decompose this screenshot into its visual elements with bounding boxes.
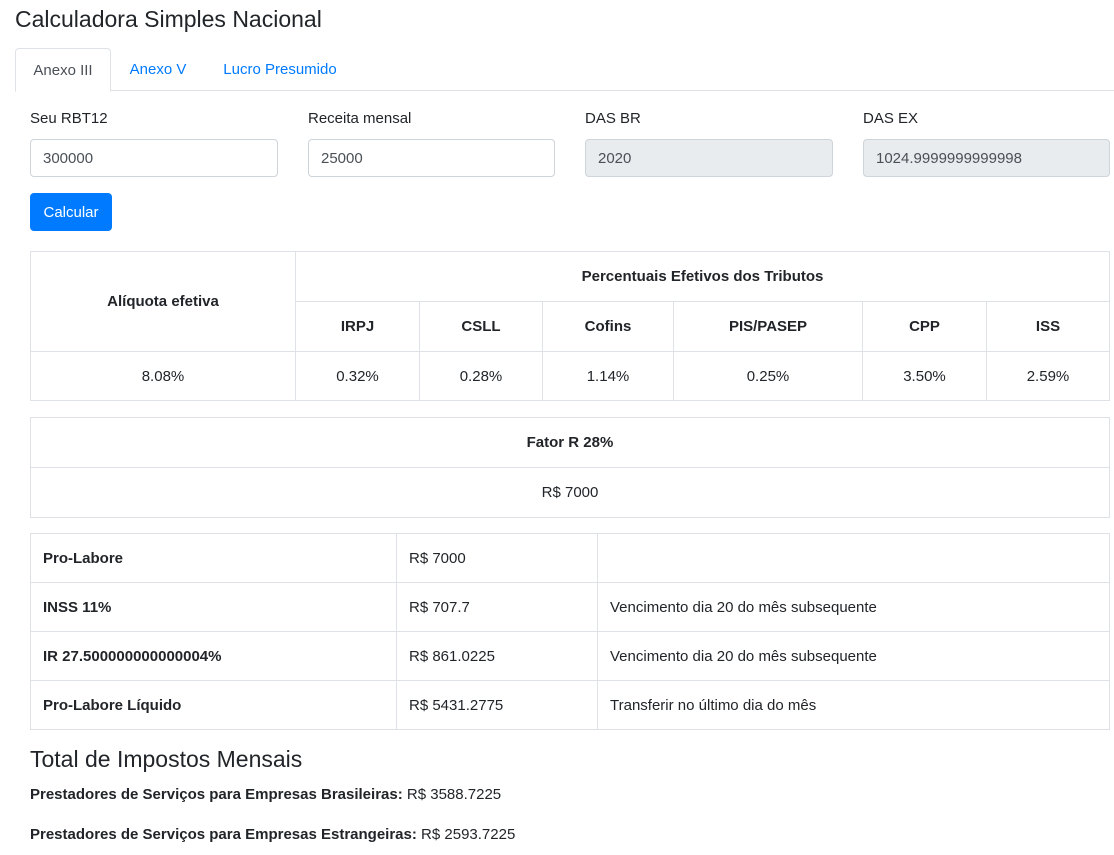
fator-r-table: Fator R 28% R$ 7000 [30,417,1110,518]
receita-mensal-input[interactable] [308,139,555,177]
pro-labore-value: R$ 7000 [396,533,598,583]
rbt12-input[interactable] [30,139,278,177]
pro-labore-table: Pro-Labore R$ 7000 INSS 11% R$ 707.7 Ven… [30,533,1110,730]
calcular-button[interactable]: Calcular [30,193,112,231]
col-irpj: IRPJ [295,301,420,352]
tab-anexo-iii[interactable]: Anexo III [15,48,111,92]
inss-value: R$ 707.7 [396,582,598,632]
aliquota-efetiva-value: 8.08% [30,351,296,401]
cofins-value: 1.14% [542,351,674,401]
totals-title: Total de Impostos Mensais [30,746,303,772]
col-csll: CSLL [419,301,543,352]
total-ex-label: Prestadores de Serviços para Empresas Es… [30,826,417,843]
pro-labore-liquido-label: Pro-Labore Líquido [30,680,397,730]
total-ex-line: Prestadores de Serviços para Empresas Es… [30,826,515,843]
das-br-label: DAS BR [585,110,641,127]
total-br-value: R$ 3588.7225 [406,786,502,803]
total-br-line: Prestadores de Serviços para Empresas Br… [30,786,501,803]
percentuais-header: Percentuais Efetivos dos Tributos [295,251,1110,302]
col-iss: ISS [986,301,1110,352]
table-row: Pro-Labore Líquido R$ 5431.2775 Transfer… [30,680,1110,730]
fator-r-value: R$ 7000 [30,467,1110,518]
table-row: IR 27.500000000000004% R$ 861.0225 Venci… [30,631,1110,681]
col-cpp: CPP [862,301,987,352]
das-ex-field[interactable] [863,139,1110,177]
tributos-table: Alíquota efetiva Percentuais Efetivos do… [30,251,1110,401]
das-br-field[interactable] [585,139,833,177]
receita-mensal-label: Receita mensal [308,110,412,127]
inss-label: INSS 11% [30,582,397,632]
total-br-label: Prestadores de Serviços para Empresas Br… [30,786,403,803]
inss-note: Vencimento dia 20 do mês subsequente [597,582,1110,632]
col-cofins: Cofins [542,301,674,352]
ir-value: R$ 861.0225 [396,631,598,681]
tab-bar: Anexo III Anexo V Lucro Presumido [15,48,1114,92]
das-ex-label: DAS EX [863,110,919,127]
pro-labore-note [597,533,1110,583]
total-ex-value: R$ 2593.7225 [421,826,516,843]
iss-value: 2.59% [986,351,1110,401]
pro-labore-label: Pro-Labore [30,533,397,583]
ir-label: IR 27.500000000000004% [30,631,397,681]
table-row: INSS 11% R$ 707.7 Vencimento dia 20 do m… [30,582,1110,632]
tab-anexo-v[interactable]: Anexo V [114,48,202,92]
col-pis-pasep: PIS/PASEP [673,301,863,352]
pis-pasep-value: 0.25% [673,351,863,401]
page-title: Calculadora Simples Nacional [15,6,322,32]
csll-value: 0.28% [419,351,543,401]
ir-note: Vencimento dia 20 do mês subsequente [597,631,1110,681]
aliquota-efetiva-header: Alíquota efetiva [30,251,296,352]
fator-r-header: Fator R 28% [30,417,1110,468]
irpj-value: 0.32% [295,351,420,401]
cpp-value: 3.50% [862,351,987,401]
tab-lucro-presumido[interactable]: Lucro Presumido [205,48,355,92]
pro-labore-liquido-value: R$ 5431.2775 [396,680,598,730]
rbt12-label: Seu RBT12 [30,110,108,127]
pro-labore-liquido-note: Transferir no último dia do mês [597,680,1110,730]
table-row: Pro-Labore R$ 7000 [30,533,1110,583]
